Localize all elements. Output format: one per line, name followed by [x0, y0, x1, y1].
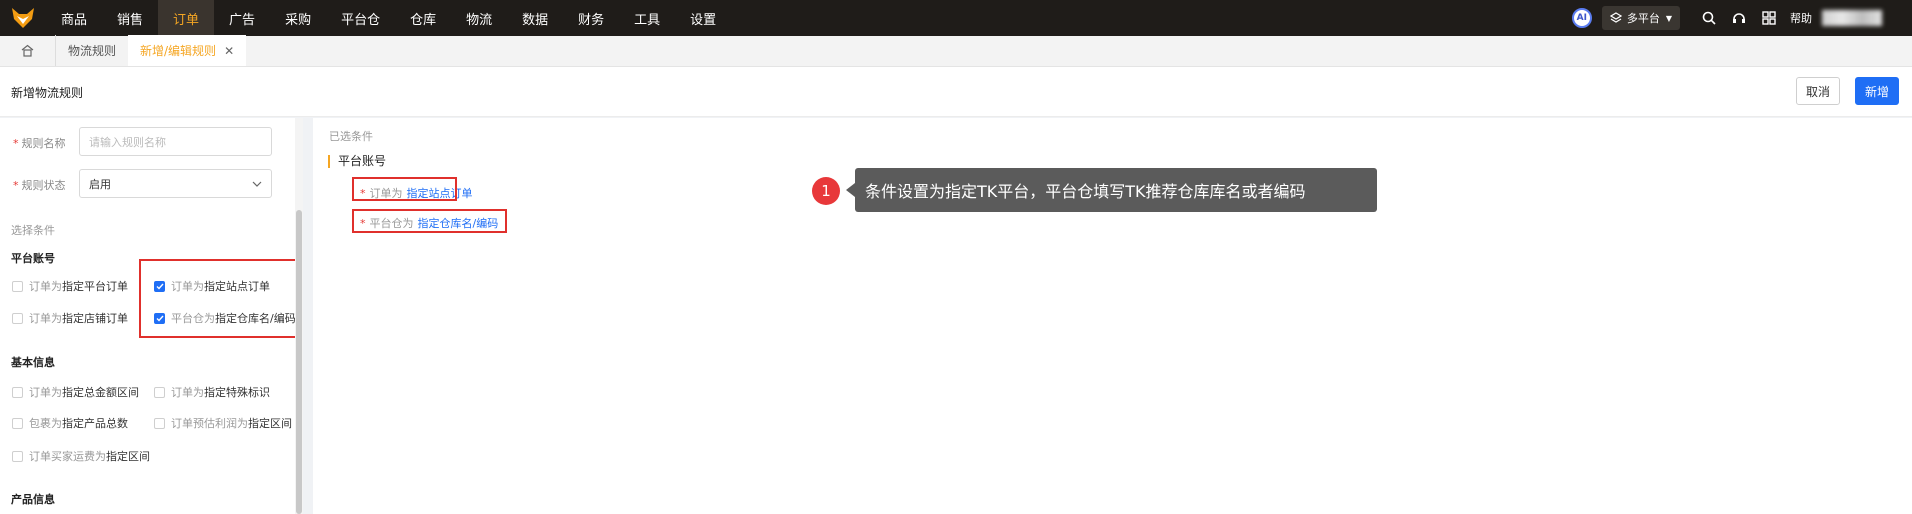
- checkbox-box: [12, 280, 23, 292]
- nav-item-tools[interactable]: 工具: [619, 0, 675, 36]
- condition-picker-panel: * 规则名称 请输入规则名称 * 规则状态 启用 选择条件 平台账号 订单为 指定平台…: [0, 118, 303, 514]
- annotation-tooltip: 条件设置为指定TK平台，平台仓填写TK推荐仓库库名或者编码: [846, 168, 1377, 212]
- nav-item-sales[interactable]: 销售: [102, 0, 158, 36]
- rule-status-value: 启用: [89, 178, 111, 191]
- scrollbar-thumb[interactable]: [296, 210, 302, 514]
- checkbox-box: [12, 386, 23, 398]
- checkbox-box: [12, 417, 23, 429]
- tab-label: 物流规则: [68, 44, 117, 58]
- platform-selector-label: 多平台: [1626, 12, 1660, 25]
- nav-item-settings[interactable]: 设置: [675, 0, 731, 36]
- group-title-basic-info: 基本信息: [11, 356, 55, 369]
- rule-name-input[interactable]: 请输入规则名称: [79, 127, 272, 156]
- page-title: 新增物流规则: [11, 86, 84, 100]
- nav-item-platform-warehouse[interactable]: 平台仓: [326, 0, 395, 36]
- nav-item-warehouse[interactable]: 仓库: [395, 0, 451, 36]
- help-link[interactable]: 帮助: [1790, 10, 1812, 26]
- selected-conditions-panel: 已选条件 平台账号 * 订单为 指定站点订单 * 平台仓为 指定仓库名/编码 1 条件设…: [313, 118, 1912, 514]
- nav-item-orders[interactable]: 订单: [158, 0, 215, 36]
- nav-item-ads[interactable]: 广告: [214, 0, 270, 36]
- checkbox-estimated-profit[interactable]: 订单预估利润为 指定区间: [154, 415, 292, 431]
- home-tab[interactable]: [0, 35, 56, 66]
- group-title-product-info: 产品信息: [11, 493, 55, 506]
- headset-icon[interactable]: [1724, 0, 1754, 36]
- selected-group-title: 平台账号: [328, 155, 386, 168]
- select-conditions-hint: 选择条件: [11, 224, 55, 237]
- nav-item-data[interactable]: 数据: [507, 0, 563, 36]
- checkbox-store-order[interactable]: 订单为 指定店铺订单: [12, 310, 128, 326]
- home-icon: [21, 44, 34, 57]
- checkbox-platform-order[interactable]: 订单为 指定平台订单: [12, 278, 128, 294]
- nav-item-logistics[interactable]: 物流: [451, 0, 507, 36]
- nav-item-products[interactable]: 商品: [46, 0, 102, 36]
- highlight-box-selected-checkboxes: [139, 259, 302, 338]
- caret-down-icon: ▼: [1665, 13, 1672, 23]
- tab-logistics-rules[interactable]: 物流规则: [56, 35, 128, 66]
- user-account-blurred[interactable]: [1822, 10, 1882, 26]
- highlight-box-warehouse: [352, 209, 507, 233]
- group-title-platform-account: 平台账号: [11, 252, 55, 265]
- highlight-box-site-order: [352, 177, 457, 201]
- layers-icon: [1609, 12, 1622, 23]
- chevron-down-icon: [252, 178, 262, 190]
- cancel-button[interactable]: 取消: [1796, 77, 1840, 105]
- page-tabs: 物流规则 新增/编辑规则 ✕: [0, 35, 1912, 67]
- tab-add-edit-rule[interactable]: 新增/编辑规则 ✕: [128, 35, 247, 66]
- nav-item-finance[interactable]: 财务: [563, 0, 619, 36]
- checkbox-box: [12, 450, 23, 462]
- checkbox-box: [154, 386, 165, 398]
- step-number-badge: 1: [812, 177, 840, 205]
- rule-status-label: * 规则状态: [13, 179, 66, 192]
- app-grid-icon[interactable]: [1754, 0, 1784, 36]
- fox-logo-icon[interactable]: [0, 0, 46, 36]
- top-nav-bar: 商品 销售 订单 广告 采购 平台仓 仓库 物流 数据 财务 工具 设置 AI …: [0, 0, 1912, 36]
- page-header: 新增物流规则 取消 新增: [0, 67, 1912, 117]
- search-icon[interactable]: [1694, 0, 1724, 36]
- checkbox-special-flag[interactable]: 订单为 指定特殊标识: [154, 384, 270, 400]
- nav-item-purchasing[interactable]: 采购: [270, 0, 326, 36]
- platform-selector[interactable]: 多平台 ▼: [1601, 6, 1680, 30]
- tab-label: 新增/编辑规则: [140, 44, 217, 58]
- rule-status-select[interactable]: 启用: [79, 169, 272, 198]
- add-button[interactable]: 新增: [1855, 77, 1899, 105]
- checkbox-box: [154, 417, 165, 429]
- rule-name-label: * 规则名称: [13, 137, 66, 150]
- selected-conditions-hint: 已选条件: [329, 130, 373, 143]
- close-icon[interactable]: ✕: [224, 44, 234, 58]
- checkbox-total-amount[interactable]: 订单为 指定总金额区间: [12, 384, 139, 400]
- checkbox-product-total[interactable]: 包裹为 指定产品总数: [12, 415, 128, 431]
- ai-assistant-button[interactable]: AI: [1571, 8, 1592, 28]
- checkbox-box: [12, 312, 23, 324]
- checkbox-buyer-shipping[interactable]: 订单买家运费为 指定区间: [12, 448, 150, 464]
